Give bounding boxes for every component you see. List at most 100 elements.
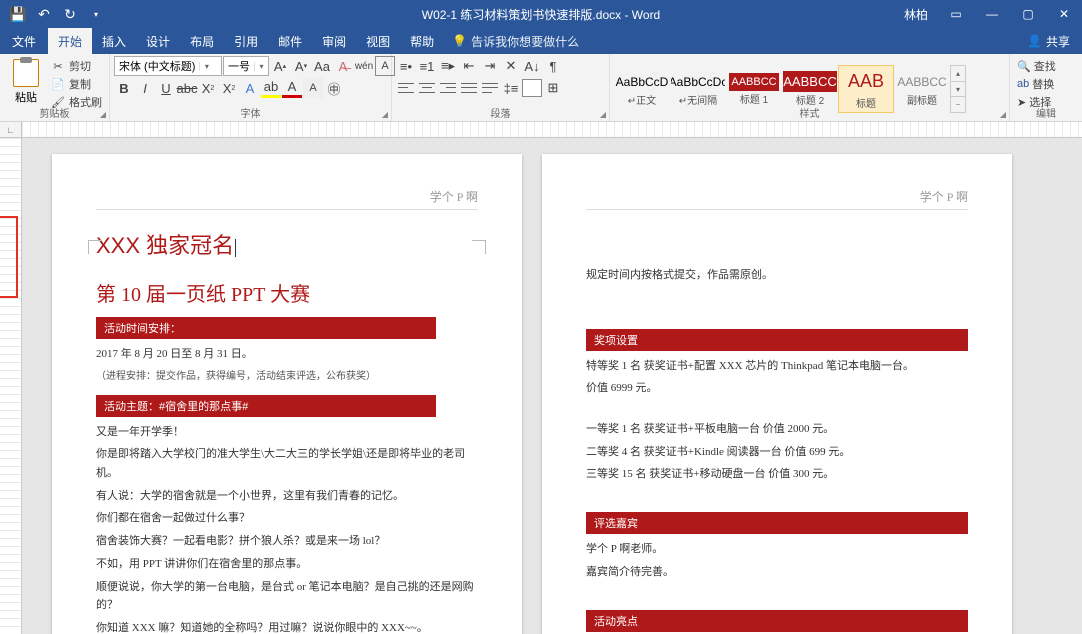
qat-customize[interactable]: ▾ bbox=[84, 2, 108, 26]
undo-button[interactable]: ↶ bbox=[32, 2, 56, 26]
bullets-button[interactable]: ≡• bbox=[396, 56, 416, 76]
body-text[interactable]: 你知道 XXX 嘛？知道她的全称吗？用过嘛？说说你眼中的 XXX~~。 bbox=[96, 619, 478, 634]
tab-design[interactable]: 设计 bbox=[136, 28, 180, 54]
vertical-ruler[interactable] bbox=[0, 138, 22, 634]
user-name[interactable]: 林柏 bbox=[904, 6, 928, 23]
underline-button[interactable]: U bbox=[156, 78, 176, 98]
scissors-icon: ✂ bbox=[51, 59, 65, 73]
replace-button[interactable]: ab替换 bbox=[1014, 75, 1057, 93]
borders-button[interactable]: ⊞ bbox=[543, 78, 563, 98]
section-bar[interactable]: 活动时间安排： bbox=[96, 317, 436, 339]
body-text[interactable]: 宿舍装饰大赛？一起看电影？拼个狼人杀？或是来一场 lol？ bbox=[96, 532, 478, 551]
font-size-combo[interactable]: 一号▾ bbox=[223, 56, 269, 76]
section-bar[interactable]: 评选嘉宾 bbox=[586, 512, 968, 534]
clipboard-dialog-launcher[interactable]: ◢ bbox=[100, 110, 106, 119]
tab-layout[interactable]: 布局 bbox=[180, 28, 224, 54]
strike-button[interactable]: abc bbox=[177, 78, 197, 98]
phonetic-guide-button[interactable]: wén bbox=[354, 56, 374, 76]
subscript-button[interactable]: X2 bbox=[198, 78, 218, 98]
superscript-button[interactable]: X2 bbox=[219, 78, 239, 98]
shading-button[interactable] bbox=[522, 78, 542, 98]
ribbon-options-icon[interactable]: ▭ bbox=[938, 0, 974, 28]
doc-title-1[interactable]: XXX 独家冠名 bbox=[96, 228, 478, 260]
tab-selector[interactable]: ∟ bbox=[0, 122, 22, 138]
save-button[interactable]: 💾 bbox=[6, 2, 30, 26]
find-button[interactable]: 🔍查找 bbox=[1014, 57, 1059, 75]
body-text[interactable]: 又是一年开学季！ bbox=[96, 423, 478, 442]
body-text[interactable]: 你们都在宿舍一起做过什么事？ bbox=[96, 509, 478, 528]
page-header: 学个 P 啊 bbox=[96, 188, 478, 210]
paragraph-dialog-launcher[interactable]: ◢ bbox=[600, 110, 606, 119]
tab-file[interactable]: 文件 bbox=[0, 28, 48, 54]
tab-view[interactable]: 视图 bbox=[356, 28, 400, 54]
align-distribute-button[interactable] bbox=[480, 78, 500, 98]
body-text[interactable]: 规定时间内按格式提交，作品需原创。 bbox=[586, 266, 968, 285]
body-text[interactable]: 你是即将踏入大学校门的准大学生\大二大三的学长学姐\还是即将毕业的老司机。 bbox=[96, 445, 478, 482]
tab-insert[interactable]: 插入 bbox=[92, 28, 136, 54]
increase-indent-button[interactable]: ⇥ bbox=[480, 56, 500, 76]
decrease-indent-button[interactable]: ⇤ bbox=[459, 56, 479, 76]
body-text[interactable]: 有人说：大学的宿舍就是一个小世界，这里有我们青春的记忆。 bbox=[96, 487, 478, 506]
tab-home[interactable]: 开始 bbox=[48, 28, 92, 54]
numbering-button[interactable]: ≡1 bbox=[417, 56, 437, 76]
line-spacing-button[interactable]: ‡≡ bbox=[501, 78, 521, 98]
section-bar[interactable]: 奖项设置 bbox=[586, 329, 968, 351]
align-justify-button[interactable] bbox=[459, 78, 479, 98]
body-text[interactable]: 特等奖 1 名 获奖证书+配置 XXX 芯片的 Thinkpad 笔记本电脑一台… bbox=[586, 357, 968, 376]
bold-button[interactable]: B bbox=[114, 78, 134, 98]
tab-mailings[interactable]: 邮件 bbox=[268, 28, 312, 54]
group-label-paragraph: 段落 bbox=[392, 105, 609, 120]
highlight-button[interactable]: ab bbox=[261, 78, 281, 98]
body-text[interactable]: （进程安排：提交作品，获得编号，活动结束评选，公布获奖） bbox=[96, 368, 478, 385]
paste-button[interactable]: 粘贴 bbox=[4, 55, 48, 109]
text-effects-button[interactable]: A bbox=[240, 78, 260, 98]
body-text[interactable]: 顺便说说，你大学的第一台电脑，是台式 or 笔记本电脑？是自己挑的还是网购的？ bbox=[96, 578, 478, 615]
body-text[interactable]: 二等奖 4 名 获奖证书+Kindle 阅读器一台 价值 699 元。 bbox=[586, 443, 968, 462]
char-shading-button[interactable]: A bbox=[303, 78, 323, 98]
body-text[interactable]: 嘉宾简介待完善。 bbox=[586, 563, 968, 582]
titlebar: 💾 ↶ ↻ ▾ W02-1 练习材料策划书快速排版.docx - Word 林柏… bbox=[0, 0, 1082, 28]
document-canvas[interactable]: 学个 P 啊 XXX 独家冠名 第 10 届一页纸 PPT 大赛 活动时间安排：… bbox=[22, 138, 1082, 634]
font-color-button[interactable]: A bbox=[282, 78, 302, 98]
font-dialog-launcher[interactable]: ◢ bbox=[382, 110, 388, 119]
show-marks-button[interactable]: ¶ bbox=[543, 56, 563, 76]
font-family-combo[interactable]: 宋体 (中文标题)▾ bbox=[114, 56, 222, 76]
section-bar[interactable]: 活动亮点 bbox=[586, 610, 968, 632]
share-button[interactable]: 👤共享 bbox=[1015, 28, 1082, 54]
tab-review[interactable]: 审阅 bbox=[312, 28, 356, 54]
styles-dialog-launcher[interactable]: ◢ bbox=[1000, 110, 1006, 119]
body-text[interactable]: 学个 P 啊老师。 bbox=[586, 540, 968, 559]
sort-button[interactable]: A↓ bbox=[522, 56, 542, 76]
clear-format-button[interactable]: A̶ bbox=[333, 56, 353, 76]
body-text[interactable]: 三等奖 15 名 获奖证书+移动硬盘一台 价值 300 元。 bbox=[586, 465, 968, 484]
page-2: 学个 P 啊 规定时间内按格式提交，作品需原创。 奖项设置 特等奖 1 名 获奖… bbox=[542, 154, 1012, 634]
maximize-button[interactable]: ▢ bbox=[1010, 0, 1046, 28]
change-case-button[interactable]: Aa bbox=[312, 56, 332, 76]
page-1: 学个 P 啊 XXX 独家冠名 第 10 届一页纸 PPT 大赛 活动时间安排：… bbox=[52, 154, 522, 634]
enclose-char-button[interactable]: ㊥ bbox=[324, 78, 344, 98]
minimize-button[interactable]: — bbox=[974, 0, 1010, 28]
cut-button[interactable]: ✂剪切 bbox=[48, 57, 105, 75]
ribbon: 粘贴 ✂剪切 📄复制 🖌格式刷 剪贴板 ◢ 宋体 (中文标题)▾ 一号▾ A▴ … bbox=[0, 54, 1082, 122]
tell-me-search[interactable]: 💡告诉我你想要做什么 bbox=[452, 33, 579, 50]
multilevel-button[interactable]: ≡▸ bbox=[438, 56, 458, 76]
body-text[interactable]: 2017 年 8 月 20 日至 8 月 31 日。 bbox=[96, 345, 478, 364]
italic-button[interactable]: I bbox=[135, 78, 155, 98]
tab-help[interactable]: 帮助 bbox=[400, 28, 444, 54]
align-left-button[interactable] bbox=[396, 78, 416, 98]
horizontal-ruler[interactable]: ∟ bbox=[0, 122, 1082, 138]
tab-references[interactable]: 引用 bbox=[224, 28, 268, 54]
shrink-font-button[interactable]: A▾ bbox=[291, 56, 311, 76]
body-text[interactable]: 价值 6999 元。 bbox=[586, 379, 968, 398]
redo-button[interactable]: ↻ bbox=[58, 2, 82, 26]
body-text[interactable]: 不如，用 PPT 讲讲你们在宿舍里的那点事。 bbox=[96, 555, 478, 574]
doc-title-2[interactable]: 第 10 届一页纸 PPT 大赛 bbox=[96, 278, 478, 307]
align-right-button[interactable] bbox=[438, 78, 458, 98]
grow-font-button[interactable]: A▴ bbox=[270, 56, 290, 76]
asian-layout-button[interactable]: ✕ bbox=[501, 56, 521, 76]
section-bar[interactable]: 活动主题：#宿舍里的那点事# bbox=[96, 395, 436, 417]
body-text[interactable]: 一等奖 1 名 获奖证书+平板电脑一台 价值 2000 元。 bbox=[586, 420, 968, 439]
align-center-button[interactable] bbox=[417, 78, 437, 98]
close-button[interactable]: ✕ bbox=[1046, 0, 1082, 28]
copy-button[interactable]: 📄复制 bbox=[48, 75, 105, 93]
